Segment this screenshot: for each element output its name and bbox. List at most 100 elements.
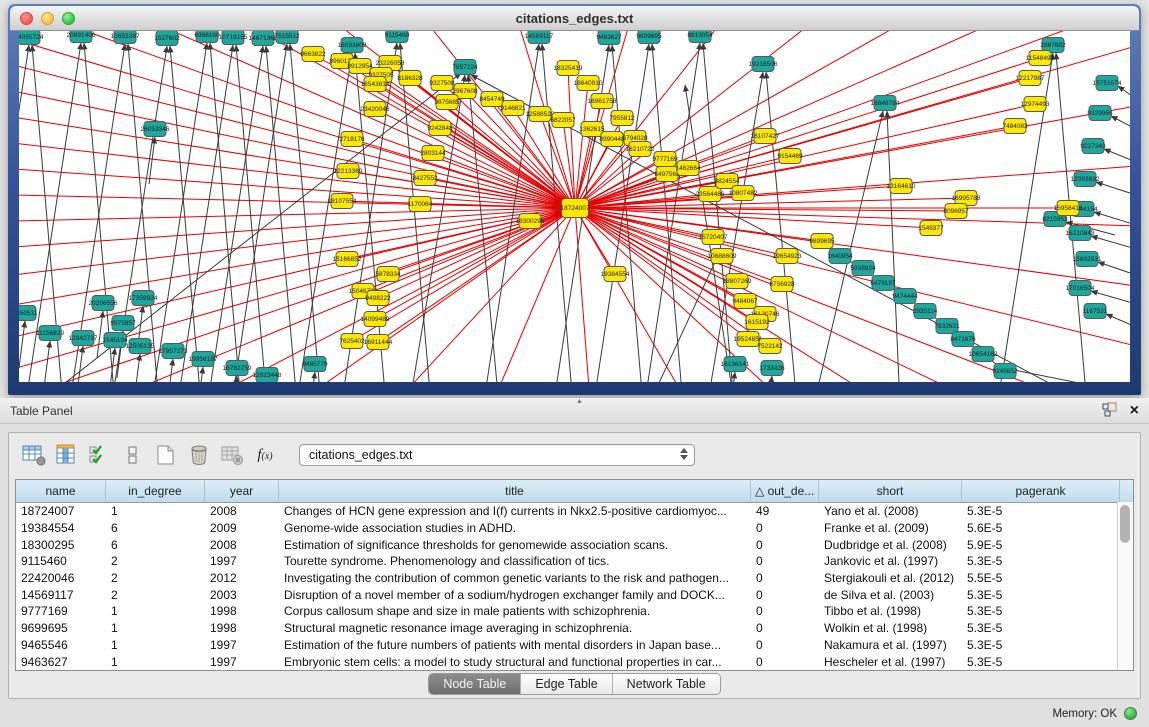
network-node-label: 18300295 — [516, 218, 545, 225]
close-window-button[interactable] — [20, 12, 33, 25]
network-node-label: 16033809 — [338, 42, 367, 49]
network-edge — [375, 109, 575, 208]
table-settings-button[interactable] — [19, 442, 49, 468]
vertical-scrollbar[interactable] — [1117, 502, 1133, 670]
column-header-pagerank[interactable]: pagerank — [962, 480, 1120, 502]
merge-rows-button[interactable] — [118, 442, 148, 468]
network-node-label: 19218506 — [749, 61, 778, 68]
table-row[interactable]: 1456911722003Disruption of a novel membe… — [16, 586, 1133, 603]
network-node-label: 5878334 — [375, 271, 401, 278]
network-node-label: 11156829 — [36, 330, 64, 337]
table-row[interactable]: 911546021997Tourette syndrome. Phenomeno… — [16, 553, 1133, 570]
node-table: namein_degreeyeartitle△ out_de...shortpa… — [15, 479, 1134, 671]
network-node-label: 9777169 — [652, 156, 678, 163]
table-cell: 6 — [106, 538, 205, 552]
memory-status-indicator — [1124, 707, 1137, 720]
table-selector-dropdown[interactable]: citations_edges.txt — [299, 444, 695, 466]
delete-column-button[interactable] — [217, 442, 247, 468]
network-node-label: 9875685 — [434, 99, 460, 106]
table-row[interactable]: 946362711997Embryonic stem cells: a mode… — [16, 653, 1133, 670]
table-cell: Disruption of a novel member of a sodium… — [279, 588, 751, 602]
network-node-label: 16995788 — [952, 195, 981, 202]
table-row[interactable]: 1938455462009Genome-wide association stu… — [16, 520, 1133, 537]
network-edge — [19, 208, 575, 369]
network-node-label: 10719155 — [219, 34, 248, 41]
network-node-label: 16210722 — [626, 146, 655, 153]
table-cell: 6 — [106, 521, 205, 535]
minimize-window-button[interactable] — [41, 12, 54, 25]
network-node-label: 14099489 — [361, 316, 390, 323]
column-header-title[interactable]: title — [279, 480, 751, 502]
table-cell: 9463627 — [16, 655, 106, 669]
network-node-label: 9115460 — [385, 32, 410, 39]
network-node-label: 9327508 — [429, 80, 455, 87]
network-node-label: 7515512 — [274, 33, 300, 40]
network-node-label: 9146821 — [500, 105, 526, 112]
network-node-label: 16648784 — [871, 100, 900, 107]
network-node-label: 11548498 — [1026, 55, 1055, 62]
table-cell: Nakamura et al. (1997) — [819, 638, 962, 652]
network-node-label: 9463627 — [596, 34, 622, 41]
table-cell: Structural magnetic resonance image aver… — [279, 621, 751, 635]
network-edge — [575, 208, 589, 382]
table-row[interactable]: 946554611997Estimation of the future num… — [16, 637, 1133, 654]
table-cell: 5.3E-5 — [962, 504, 1120, 518]
table-cell: Genome-wide association studies in ADHD. — [279, 521, 751, 535]
table-row[interactable]: 969969511998Structural magnetic resonanc… — [16, 620, 1133, 637]
network-node-label: 1733426 — [759, 365, 785, 372]
network-node-label: 2935114 — [913, 308, 938, 315]
network-node-label: 18724007 — [561, 205, 590, 212]
close-panel-icon[interactable]: × — [1130, 403, 1139, 419]
network-edge — [352, 139, 575, 208]
network-node-label: 15166852 — [333, 256, 362, 263]
network-node-label: 15692931 — [1073, 256, 1102, 263]
table-row[interactable]: 977716911998Corpus callosum shape and si… — [16, 603, 1133, 620]
column-header-out_degree[interactable]: △ out_de... — [751, 480, 819, 502]
table-cell: 9465546 — [16, 638, 106, 652]
delete-table-button[interactable] — [184, 442, 214, 468]
tab-network-table[interactable]: Network Table — [613, 674, 720, 694]
panel-resize-grip[interactable]: ▲ — [575, 399, 585, 404]
function-builder-button[interactable]: f(x) — [250, 442, 280, 468]
network-node-label: 5938924 — [850, 265, 876, 272]
table-cell: Yano et al. (2008) — [819, 504, 962, 518]
table-cell: 0 — [751, 604, 819, 618]
table-header-row: namein_degreeyeartitle△ out_de...shortpa… — [16, 480, 1133, 503]
network-node-label: 8215953 — [1042, 216, 1068, 223]
table-cell: 5.5E-5 — [962, 571, 1120, 585]
network-node-label: 17359924 — [129, 295, 158, 302]
network-node-label: 16107427 — [751, 133, 780, 140]
column-header-short[interactable]: short — [819, 480, 962, 502]
network-canvas[interactable]: 1405572420891406106532871527602696616010… — [19, 31, 1130, 382]
table-panel-titlebar: Table Panel ▲ × — [0, 398, 1149, 424]
table-cell: Stergiakouli et al. (2012) — [819, 571, 962, 585]
column-header-year[interactable]: year — [205, 480, 279, 502]
table-cell: 2012 — [205, 571, 279, 585]
zoom-window-button[interactable] — [62, 12, 75, 25]
tab-node-table[interactable]: Node Table — [429, 674, 521, 694]
table-cell: 0 — [751, 588, 819, 602]
network-node-label: 9484067 — [732, 298, 758, 305]
tab-edge-table[interactable]: Edge Table — [521, 674, 612, 694]
network-node-label: 10654162 — [969, 351, 998, 358]
dropdown-arrows-icon — [680, 448, 688, 460]
select-all-rows-button[interactable] — [85, 442, 115, 468]
table-row[interactable]: 2242004622012Investigating the contribut… — [16, 570, 1133, 587]
select-column-button[interactable] — [52, 442, 82, 468]
network-node-label: 12942737 — [69, 335, 98, 342]
column-header-in_degree[interactable]: in_degree — [106, 480, 205, 502]
network-window-titlebar[interactable]: citations_edges.txt — [10, 6, 1139, 31]
network-node-label: 8454749 — [479, 96, 505, 103]
table-row[interactable]: 1830029562008Estimation of significance … — [16, 536, 1133, 553]
table-cell: Franke et al. (2009) — [819, 521, 962, 535]
network-edge — [1104, 149, 1130, 162]
float-window-icon[interactable] — [1102, 402, 1118, 420]
table-cell: 5.3E-5 — [962, 588, 1120, 602]
column-header-name[interactable]: name — [16, 480, 106, 502]
new-table-button[interactable] — [151, 442, 181, 468]
network-edge — [766, 376, 772, 382]
table-cell: 0 — [751, 621, 819, 635]
table-row[interactable]: 1872400712008Changes of HCN gene express… — [16, 503, 1133, 520]
scrollbar-thumb[interactable] — [1120, 505, 1130, 543]
table-cell: 1997 — [205, 554, 279, 568]
